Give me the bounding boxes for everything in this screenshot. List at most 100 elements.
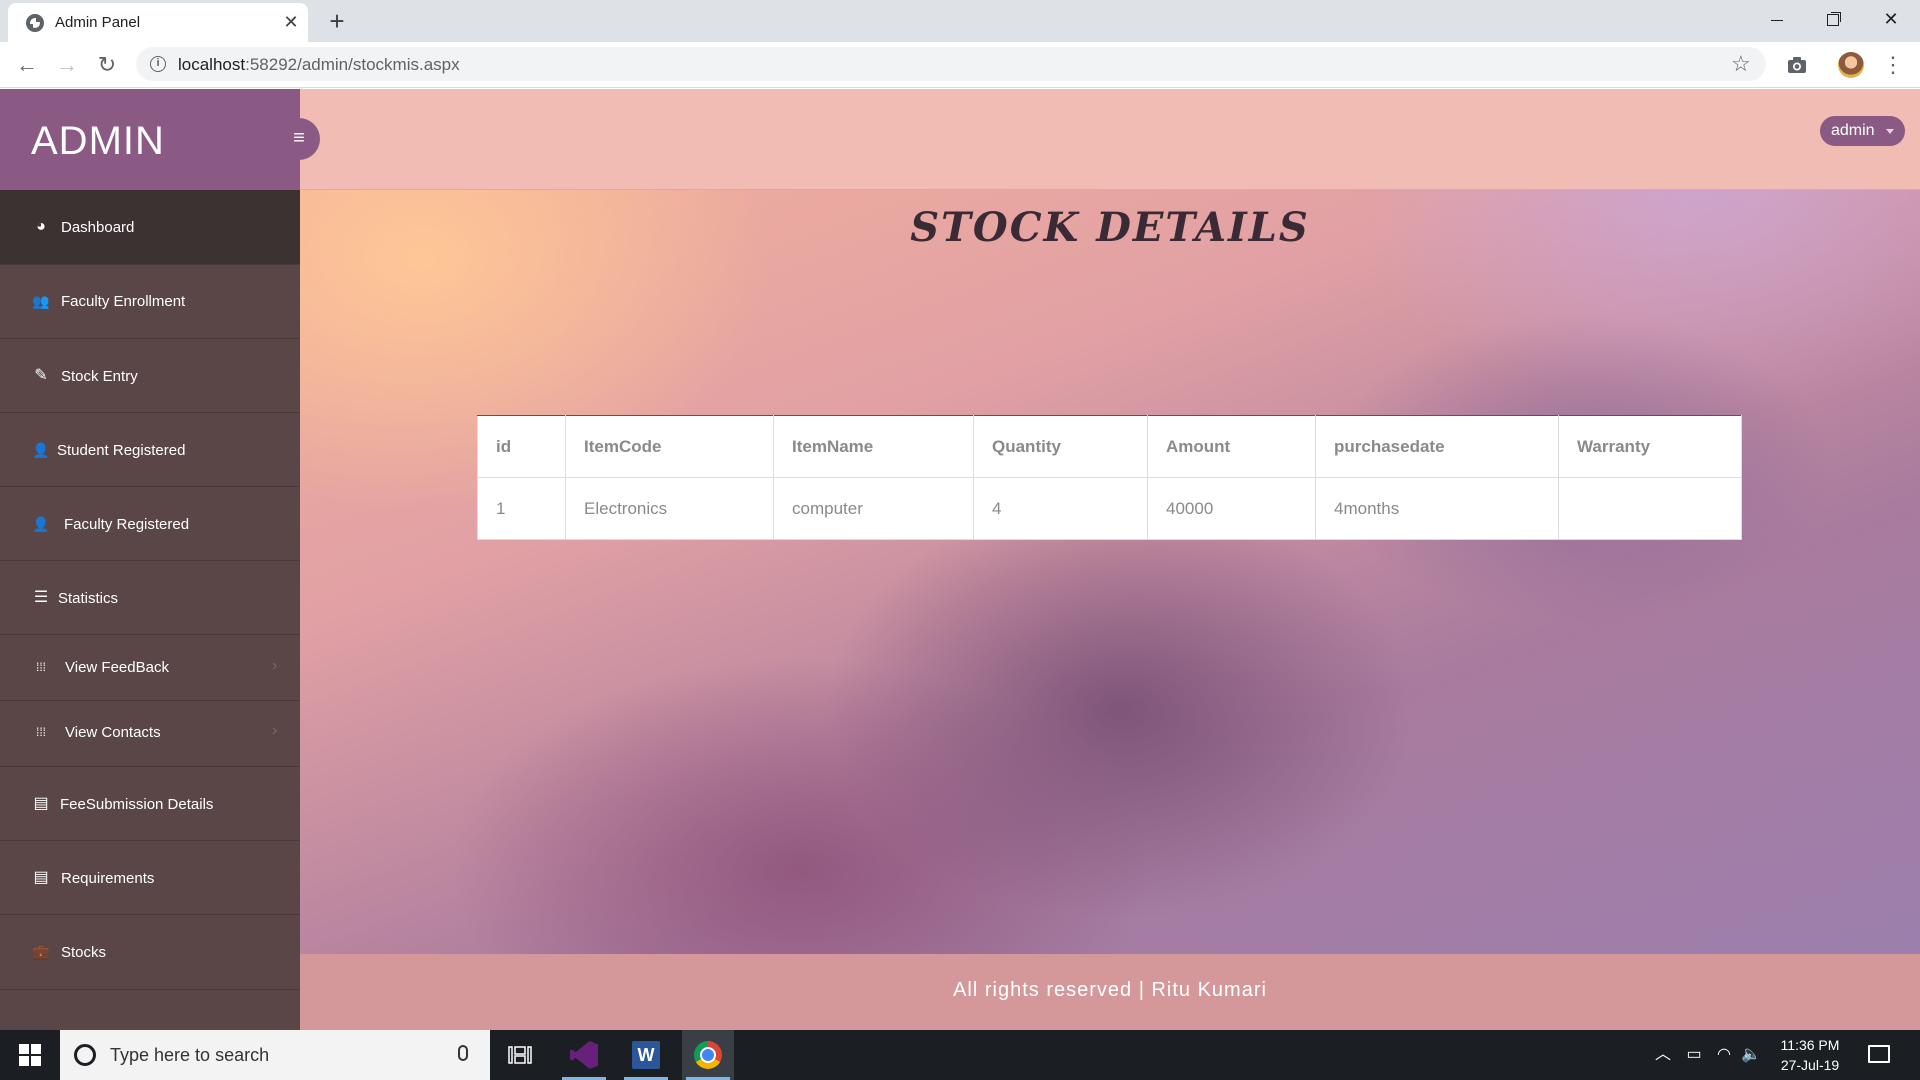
browser-tab[interactable]: Admin Panel ✕ [8, 3, 308, 42]
visual-studio-icon [570, 1041, 598, 1069]
profile-avatar[interactable] [1838, 52, 1864, 78]
sidebar-item-stock-entry[interactable]: ✎ Stock Entry [0, 339, 300, 413]
chrome-icon [694, 1041, 722, 1069]
url-host: localhost [178, 55, 246, 74]
user-plus-icon: 👤 [32, 516, 50, 532]
taskbar-search-box[interactable]: Type here to search [60, 1030, 490, 1080]
minimize-button[interactable] [1752, 0, 1802, 38]
column-header-warranty: Warranty [1558, 415, 1742, 478]
restore-button[interactable] [1808, 0, 1858, 38]
column-header-quantity: Quantity [973, 415, 1148, 478]
windows-start-button[interactable] [0, 1030, 60, 1080]
user-icon: 👤 [32, 442, 50, 458]
top-bar: admin [300, 89, 1920, 190]
more-menu-icon[interactable]: ⋮ [1882, 50, 1904, 80]
sidebar-item-label: Faculty Registered [64, 516, 190, 533]
sidebar-item-statistics[interactable]: ☰ Statistics [0, 561, 300, 635]
page: ADMIN ◕ Dashboard 👥 Faculty Enrollment ✎… [0, 89, 1920, 1030]
cell-itemname: computer [773, 477, 974, 540]
sidebar-item-label: FeeSubmission Details [60, 796, 214, 813]
edit-icon: ✎ [34, 367, 48, 384]
sidebar-item-label: View FeedBack [65, 659, 169, 676]
sidebar: ADMIN ◕ Dashboard 👥 Faculty Enrollment ✎… [0, 89, 300, 1030]
reload-icon[interactable]: ↻ [92, 50, 122, 80]
column-header-id: id [477, 415, 566, 478]
battery-icon[interactable]: ▭ [1682, 1030, 1706, 1080]
briefcase-icon: 💼 [32, 944, 50, 960]
user-menu-dropdown[interactable]: admin [1820, 116, 1905, 146]
footer-text: All rights reserved | Ritu Kumari [953, 979, 1267, 1001]
bars-icon: ☰ [33, 589, 49, 606]
microphone-icon[interactable] [458, 1045, 468, 1061]
sidebar-item-label: Faculty Enrollment [61, 293, 186, 310]
sidebar-item-label: Statistics [58, 590, 119, 607]
url-path: :58292/admin/stockmis.aspx [245, 55, 460, 74]
chevron-right-icon: › [272, 722, 278, 739]
sidebar-item-label: Requirements [61, 870, 155, 887]
list-icon: ▤ [33, 869, 49, 886]
grid-icon: ⁞⁞⁞ [35, 725, 46, 739]
volume-icon[interactable]: 🔈 [1740, 1030, 1762, 1080]
taskbar-word[interactable]: W [620, 1030, 672, 1080]
table-row: 1 Electronics computer 4 40000 4months [477, 477, 1742, 540]
grid-icon: ⁞⁞⁞ [35, 660, 46, 674]
cell-id: 1 [477, 477, 566, 540]
sidebar-item-label: Student Registered [57, 442, 186, 459]
address-bar[interactable]: i localhost:58292/admin/stockmis.aspx ☆ [136, 47, 1766, 81]
sidebar-item-label: Stocks [61, 944, 107, 961]
wifi-icon[interactable]: ◠ [1712, 1030, 1736, 1080]
show-hidden-icons-icon[interactable]: ︿ [1652, 1030, 1674, 1080]
sidebar-item-feesubmission-details[interactable]: ▤ FeeSubmission Details [0, 767, 300, 841]
sidebar-item-requirements[interactable]: ▤ Requirements [0, 841, 300, 915]
clock-date: 27-Jul-19 [1780, 1057, 1840, 1073]
cell-purchasedate: 4months [1315, 477, 1559, 540]
close-window-button[interactable]: ✕ [1866, 0, 1916, 38]
sidebar-item-student-registered[interactable]: 👤 Student Registered [0, 413, 300, 487]
cell-itemcode: Electronics [565, 477, 774, 540]
word-icon: W [632, 1041, 660, 1069]
action-center-icon[interactable] [1868, 1045, 1890, 1063]
cell-amount: 40000 [1147, 477, 1316, 540]
globe-icon [26, 14, 44, 32]
taskbar-chrome[interactable] [682, 1030, 734, 1080]
taskbar-visual-studio[interactable] [558, 1030, 610, 1080]
new-tab-button[interactable]: + [322, 6, 352, 36]
sidebar-item-view-feedback[interactable]: ⁞⁞⁞ View FeedBack › [0, 635, 300, 701]
footer: All rights reserved | Ritu Kumari [300, 954, 1920, 1030]
chevron-right-icon: › [272, 657, 278, 674]
bookmark-star-icon[interactable]: ☆ [1731, 51, 1751, 77]
tab-title: Admin Panel [55, 14, 141, 31]
sidebar-item-stocks[interactable]: 💼 Stocks [0, 915, 300, 990]
sidebar-item-label: Dashboard [61, 219, 135, 236]
cortana-icon [74, 1044, 96, 1066]
back-arrow-icon[interactable]: ← [12, 50, 42, 80]
main-content: admin STOCK DETAILS id ItemCode ItemName… [300, 89, 1920, 1030]
clock-time: 11:36 PM [1780, 1037, 1840, 1053]
sidebar-toggle-button[interactable]: ≡ [278, 118, 320, 160]
sidebar-item-faculty-enrollment[interactable]: 👥 Faculty Enrollment [0, 265, 300, 339]
info-icon[interactable]: i [150, 56, 166, 72]
url-text[interactable]: localhost:58292/admin/stockmis.aspx [178, 55, 460, 75]
camera-icon[interactable] [1786, 54, 1808, 76]
page-title: STOCK DETAILS [910, 204, 1310, 251]
task-view-icon[interactable] [508, 1045, 532, 1065]
table-header-row: id ItemCode ItemName Quantity Amount pur… [477, 415, 1742, 478]
column-header-itemname: ItemName [773, 415, 974, 478]
cell-quantity: 4 [973, 477, 1148, 540]
taskbar-search-placeholder: Type here to search [110, 1045, 270, 1065]
system-clock[interactable]: 11:36 PM 27-Jul-19 [1760, 1035, 1860, 1075]
book-icon: ▤ [33, 795, 49, 812]
sidebar-item-dashboard[interactable]: ◕ Dashboard [0, 190, 300, 265]
close-tab-icon[interactable]: ✕ [280, 11, 302, 33]
brand: ADMIN [0, 89, 300, 190]
stock-table: id ItemCode ItemName Quantity Amount pur… [477, 415, 1742, 540]
column-header-amount: Amount [1147, 415, 1316, 478]
cell-warranty [1558, 477, 1742, 540]
sidebar-item-label: View Contacts [65, 724, 161, 741]
sidebar-item-view-contacts[interactable]: ⁞⁞⁞ View Contacts › [0, 701, 300, 767]
users-icon: 👥 [32, 293, 50, 309]
forward-arrow-icon[interactable]: → [52, 50, 82, 80]
column-header-itemcode: ItemCode [565, 415, 774, 478]
column-header-purchasedate: purchasedate [1315, 415, 1559, 478]
sidebar-item-faculty-registered[interactable]: 👤 Faculty Registered [0, 487, 300, 561]
